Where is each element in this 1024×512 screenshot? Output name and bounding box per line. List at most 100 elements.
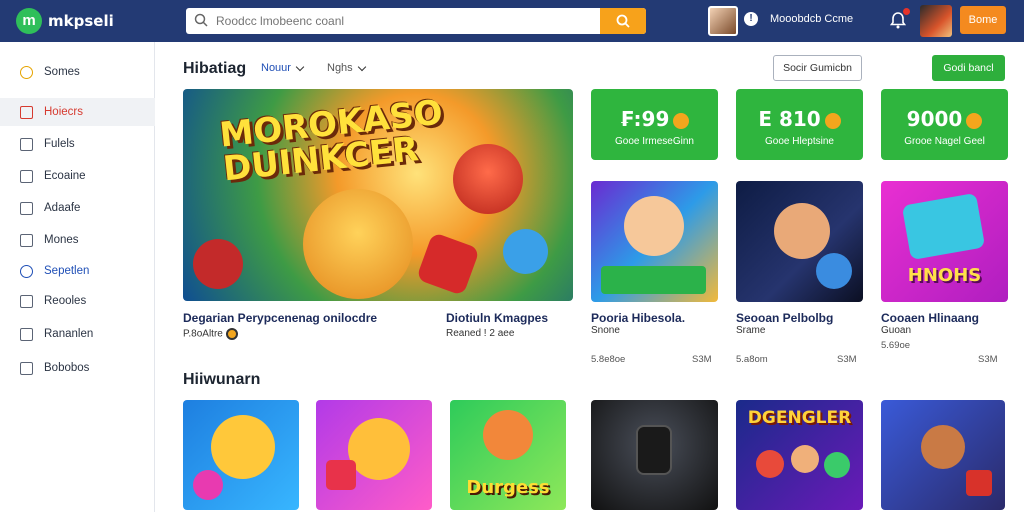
hero-banner[interactable]: MOROKASO DUINKCER [183, 89, 573, 301]
tab-nghs[interactable]: Nghs [327, 62, 366, 74]
game-art [601, 266, 706, 294]
game-art [901, 192, 986, 261]
logo-icon[interactable]: m [16, 8, 42, 34]
game-art [774, 203, 830, 259]
game-art-text: HNOHS [907, 265, 982, 286]
game-thumb[interactable] [881, 400, 1005, 510]
tab-label: Nouur [261, 62, 291, 74]
sidebar-item-fuels[interactable]: Fulels [0, 130, 155, 158]
game-thumb[interactable] [183, 400, 299, 510]
image-icon [20, 169, 33, 183]
search-icon [194, 13, 208, 27]
user-name[interactable]: Mooobdcb Ccme [770, 13, 853, 25]
decor-shape [503, 229, 548, 274]
stat-tile[interactable]: 9000 Grooe Nagel Geel [881, 89, 1008, 160]
sidebar-item-games[interactable]: Somes [0, 58, 155, 86]
sidebar-item-ecoaine[interactable]: Ecoaine [0, 162, 155, 190]
hero-caption-2[interactable]: Diotiuln Kmagpes [446, 311, 548, 325]
sidebar: Somes Hoiecrs Fulels Ecoaine Adaafe Mone… [0, 42, 155, 512]
sidebar-item-label: Fulels [44, 138, 75, 150]
search-icon [616, 14, 630, 28]
chevron-down-icon [357, 62, 366, 71]
game-thumb[interactable]: DGENGLER [736, 400, 863, 510]
sidebar-item-label: Somes [44, 66, 80, 78]
brand-name[interactable]: mkpseli [48, 12, 114, 30]
card-title[interactable]: Pooria Hibesola. [591, 311, 685, 325]
game-card[interactable] [736, 181, 863, 302]
sign-in-button[interactable]: Bome [960, 6, 1006, 34]
sidebar-item-reooles[interactable]: Reooles [0, 287, 155, 315]
sidebar-item-bobobos[interactable]: Bobobos [0, 354, 155, 382]
sidebar-item-rananlen[interactable]: Rananlen [0, 320, 155, 348]
hero-sub: P.8oAltre [183, 328, 238, 340]
box-icon [20, 361, 33, 375]
game-thumb[interactable]: Durgess [450, 400, 566, 510]
sidebar-item-label: Rananlen [44, 328, 94, 340]
hero-sub-2: Reaned ! 2 aee [446, 328, 515, 339]
stat-tile[interactable]: ₣:99 Gooe IrmeseGinn [591, 89, 718, 160]
chevron-down-icon [295, 62, 305, 71]
game-card[interactable] [591, 181, 718, 302]
notification-dot [903, 8, 910, 15]
game-thumb-title: DGENGLER [747, 408, 852, 428]
section-title-2: Hiiwunarn [183, 371, 261, 388]
list-icon [20, 294, 33, 308]
card-size: 5.a8om [736, 354, 768, 365]
coin-icon [824, 112, 841, 129]
game-thumb[interactable] [591, 400, 718, 510]
game-art [756, 450, 784, 478]
game-art [791, 445, 819, 473]
sidebar-item-label: Adaafe [44, 202, 81, 214]
card-sub: Snone [591, 325, 620, 336]
bell-icon[interactable] [888, 8, 910, 30]
avatar[interactable] [708, 6, 738, 36]
card-title[interactable]: Cooaen Hlinaang [881, 311, 979, 325]
search-input[interactable] [216, 11, 596, 31]
decor-shape [415, 231, 481, 297]
card-sub: Srame [736, 325, 766, 336]
gamepad-icon [20, 264, 33, 278]
hero-character [303, 189, 413, 299]
card-sub: Guoan [881, 325, 912, 336]
coin-icon [966, 112, 983, 129]
sidebar-item-mones[interactable]: Mones [0, 226, 155, 254]
tag-icon [20, 201, 33, 215]
game-art [624, 196, 684, 256]
secondary-button[interactable]: Socir Gumicbn [773, 55, 862, 81]
sidebar-item-label: Sepetlen [44, 265, 90, 277]
primary-button[interactable]: Godi bancl [932, 55, 1005, 81]
info-icon[interactable]: ! [744, 12, 758, 26]
pencil-icon [20, 327, 33, 341]
game-art [921, 425, 965, 469]
game-art [816, 253, 852, 289]
card-title[interactable]: Seooan Pelbolbg [736, 311, 833, 325]
calendar-icon [20, 233, 33, 247]
profile-avatar[interactable] [920, 5, 952, 37]
coin-icon [673, 112, 690, 129]
sidebar-item-label: Ecoaine [44, 170, 86, 182]
tab-nouur[interactable]: Nouur [261, 62, 305, 74]
sidebar-item-heroes[interactable]: Hoiecrs [0, 98, 155, 126]
hero-character [453, 144, 523, 214]
game-art [348, 418, 410, 480]
game-card[interactable]: HNOHS [881, 181, 1008, 302]
game-art [966, 470, 992, 496]
game-thumb-title: Durgess [466, 477, 550, 498]
sidebar-item-label: Reooles [44, 295, 87, 307]
home-icon [20, 137, 33, 151]
game-art [483, 410, 533, 460]
card-mem: S3M [692, 354, 712, 365]
sidebar-item-adaafe[interactable]: Adaafe [0, 194, 155, 222]
tab-label: Nghs [327, 62, 353, 74]
section-title: Hibatiag [183, 60, 247, 77]
sidebar-item-label: Mones [44, 234, 79, 246]
card-size: 5.8e8oe [591, 354, 626, 365]
top-bar: m mkpseli ! Mooobdcb Ccme Bome [0, 0, 1024, 42]
search-button[interactable] [600, 8, 646, 34]
stat-tile[interactable]: E 810 Gooe Hleptsine [736, 89, 863, 160]
game-thumb[interactable] [316, 400, 432, 510]
game-art [326, 460, 356, 490]
sidebar-item-sepetlen[interactable]: Sepetlen [0, 257, 155, 285]
hero-caption[interactable]: Degarian Perypcenenag onilocdre [183, 311, 377, 325]
card-size: 5.69oe [881, 340, 911, 351]
